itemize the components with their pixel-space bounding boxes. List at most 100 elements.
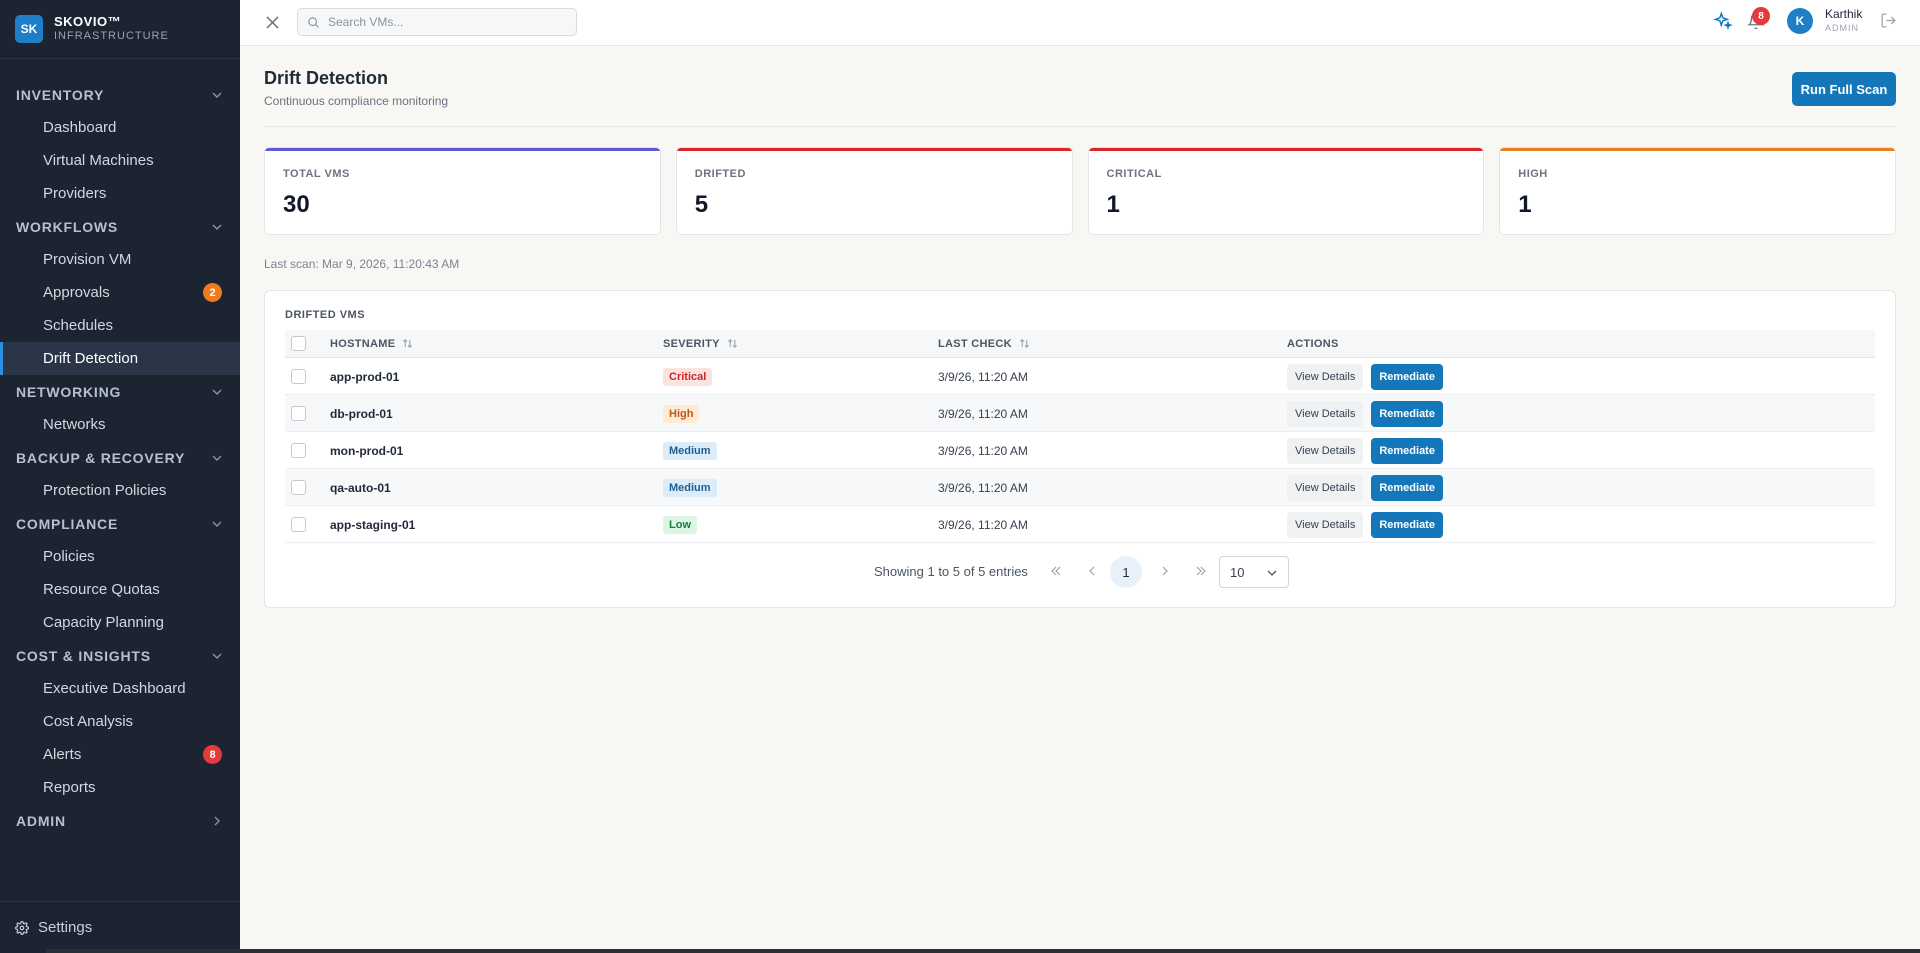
- chevron-right-icon: [214, 816, 220, 825]
- brand-logo: SK: [15, 15, 43, 43]
- row-checkbox[interactable]: [291, 369, 306, 384]
- view-details-button[interactable]: View Details: [1287, 437, 1364, 464]
- sidebar-item-virtual-machines[interactable]: Virtual Machines: [0, 144, 240, 177]
- column-hostname[interactable]: HOSTNAME: [330, 338, 413, 350]
- sidebar-section-header[interactable]: COST & INSIGHTS: [0, 639, 240, 672]
- drifted-vms-table: HOSTNAME SEVERITY LAST CHECK ACTIONS app…: [285, 330, 1875, 543]
- sidebar-item-label: Approvals: [43, 284, 110, 301]
- remediate-button[interactable]: Remediate: [1371, 400, 1443, 427]
- column-last-check[interactable]: LAST CHECK: [938, 338, 1030, 350]
- sidebar-item-protection-policies[interactable]: Protection Policies: [0, 474, 240, 507]
- sidebar-section-backup-and-recovery: BACKUP & RECOVERY Protection Policies: [0, 441, 240, 507]
- close-sidebar-button[interactable]: [262, 12, 282, 32]
- page-button-current[interactable]: 1: [1110, 556, 1142, 588]
- chevron-down-icon: [212, 389, 222, 395]
- sidebar-item-provision-vm[interactable]: Provision VM: [0, 243, 240, 276]
- row-checkbox[interactable]: [291, 517, 306, 532]
- actions-cell: View Details Remediate: [1287, 506, 1443, 543]
- sidebar-section-header[interactable]: NETWORKING: [0, 375, 240, 408]
- sidebar-section-compliance: COMPLIANCE Policies Resource Quotas Capacit…: [0, 507, 240, 639]
- row-checkbox[interactable]: [291, 443, 306, 458]
- double-chevron-left-icon: [1051, 566, 1061, 576]
- row-checkbox[interactable]: [291, 480, 306, 495]
- stat-card-critical: CRITICAL 1: [1087, 147, 1485, 235]
- bottom-scrollbar[interactable]: [46, 949, 1920, 953]
- sidebar-item-alerts[interactable]: Alerts 8: [0, 738, 240, 771]
- actions-cell: View Details Remediate: [1287, 432, 1443, 469]
- sidebar-section-header[interactable]: COMPLIANCE: [0, 507, 240, 540]
- sidebar-section-header[interactable]: BACKUP & RECOVERY: [0, 441, 240, 474]
- sidebar-item-schedules[interactable]: Schedules: [0, 309, 240, 342]
- remediate-button[interactable]: Remediate: [1371, 437, 1443, 464]
- view-details-button[interactable]: View Details: [1287, 511, 1364, 538]
- sidebar-item-capacity-planning[interactable]: Capacity Planning: [0, 606, 240, 639]
- sidebar-item-policies[interactable]: Policies: [0, 540, 240, 573]
- sidebar-section-header[interactable]: WORKFLOWS: [0, 210, 240, 243]
- column-severity[interactable]: SEVERITY: [663, 338, 738, 350]
- sort-icon: [403, 339, 413, 348]
- stat-card-high: HIGH 1: [1499, 147, 1896, 235]
- brand[interactable]: SK SKOVIO™ INFRASTRUCTURE: [0, 0, 240, 59]
- sidebar-item-label: Providers: [43, 185, 107, 202]
- sidebar-section-inventory: INVENTORY Dashboard Virtual Machines Provid…: [0, 78, 240, 210]
- run-full-scan-button[interactable]: Run Full Scan: [1792, 72, 1896, 106]
- sidebar-item-reports[interactable]: Reports: [0, 771, 240, 804]
- select-all-checkbox[interactable]: [291, 336, 306, 351]
- sidebar-section-workflows: WORKFLOWS Provision VM Approvals 2 Schedules…: [0, 210, 240, 375]
- sidebar-section-header[interactable]: INVENTORY: [0, 78, 240, 111]
- sparkle-icon: [1713, 11, 1733, 30]
- severity-badge: Medium: [663, 441, 717, 460]
- hostname-cell: app-staging-01: [330, 517, 416, 532]
- row-checkbox[interactable]: [291, 406, 306, 421]
- sidebar-item-networks[interactable]: Networks: [0, 408, 240, 441]
- ai-assistant-button[interactable]: [1713, 11, 1733, 36]
- sidebar-item-cost-analysis[interactable]: Cost Analysis: [0, 705, 240, 738]
- view-details-button[interactable]: View Details: [1287, 363, 1364, 390]
- sidebar-item-label: Protection Policies: [43, 482, 167, 499]
- sidebar-section-title: ADMIN: [16, 812, 66, 829]
- sidebar-item-providers[interactable]: Providers: [0, 177, 240, 210]
- stat-accent-bar: [676, 148, 1072, 151]
- logout-button[interactable]: [1880, 12, 1897, 34]
- table-row: mon-prod-01 Medium 3/9/26, 11:20 AM View De…: [285, 432, 1875, 469]
- settings-link[interactable]: Settings: [0, 901, 240, 953]
- remediate-button[interactable]: Remediate: [1371, 474, 1443, 501]
- stat-value: 1: [1518, 191, 1532, 218]
- user-avatar[interactable]: K: [1787, 8, 1813, 34]
- logout-icon: [1881, 13, 1896, 28]
- hostname-cell: qa-auto-01: [330, 480, 391, 495]
- last-check-cell: 3/9/26, 11:20 AM: [938, 369, 1028, 384]
- next-page-button[interactable]: [1158, 564, 1172, 578]
- view-details-button[interactable]: View Details: [1287, 474, 1364, 501]
- sidebar-section-header[interactable]: ADMIN: [0, 804, 240, 837]
- sidebar-item-drift-detection[interactable]: Drift Detection: [0, 342, 240, 375]
- page-size-select[interactable]: 10: [1219, 556, 1289, 588]
- severity-cell: Low: [663, 506, 697, 543]
- sidebar-item-label: Alerts: [43, 746, 82, 763]
- sidebar-item-executive-dashboard[interactable]: Executive Dashboard: [0, 672, 240, 705]
- actions-cell: View Details Remediate: [1287, 358, 1443, 395]
- sidebar-item-approvals[interactable]: Approvals 2: [0, 276, 240, 309]
- previous-page-button[interactable]: [1085, 564, 1099, 578]
- sidebar-item-label: Dashboard: [43, 119, 117, 136]
- table-row: app-prod-01 Critical 3/9/26, 11:20 AM View …: [285, 358, 1875, 395]
- sidebar-item-label: Executive Dashboard: [43, 680, 186, 697]
- user-role: ADMIN: [1825, 23, 1859, 33]
- severity-badge: Medium: [663, 478, 717, 497]
- stat-label: DRIFTED: [694, 168, 746, 180]
- table-body: app-prod-01 Critical 3/9/26, 11:20 AM View …: [285, 358, 1875, 543]
- severity-cell: Critical: [663, 358, 713, 395]
- sidebar-item-dashboard[interactable]: Dashboard: [0, 111, 240, 144]
- view-details-button[interactable]: View Details: [1287, 400, 1364, 427]
- remediate-button[interactable]: Remediate: [1371, 363, 1443, 390]
- search-box[interactable]: [297, 8, 577, 36]
- sort-icon: [727, 339, 737, 348]
- hostname-cell: mon-prod-01: [330, 443, 404, 458]
- first-page-button[interactable]: [1049, 564, 1063, 578]
- sidebar-item-resource-quotas[interactable]: Resource Quotas: [0, 573, 240, 606]
- search-input[interactable]: [328, 15, 568, 29]
- remediate-button[interactable]: Remediate: [1371, 511, 1443, 538]
- stat-value: 30: [283, 191, 310, 218]
- last-page-button[interactable]: [1194, 564, 1208, 578]
- severity-cell: High: [663, 395, 700, 432]
